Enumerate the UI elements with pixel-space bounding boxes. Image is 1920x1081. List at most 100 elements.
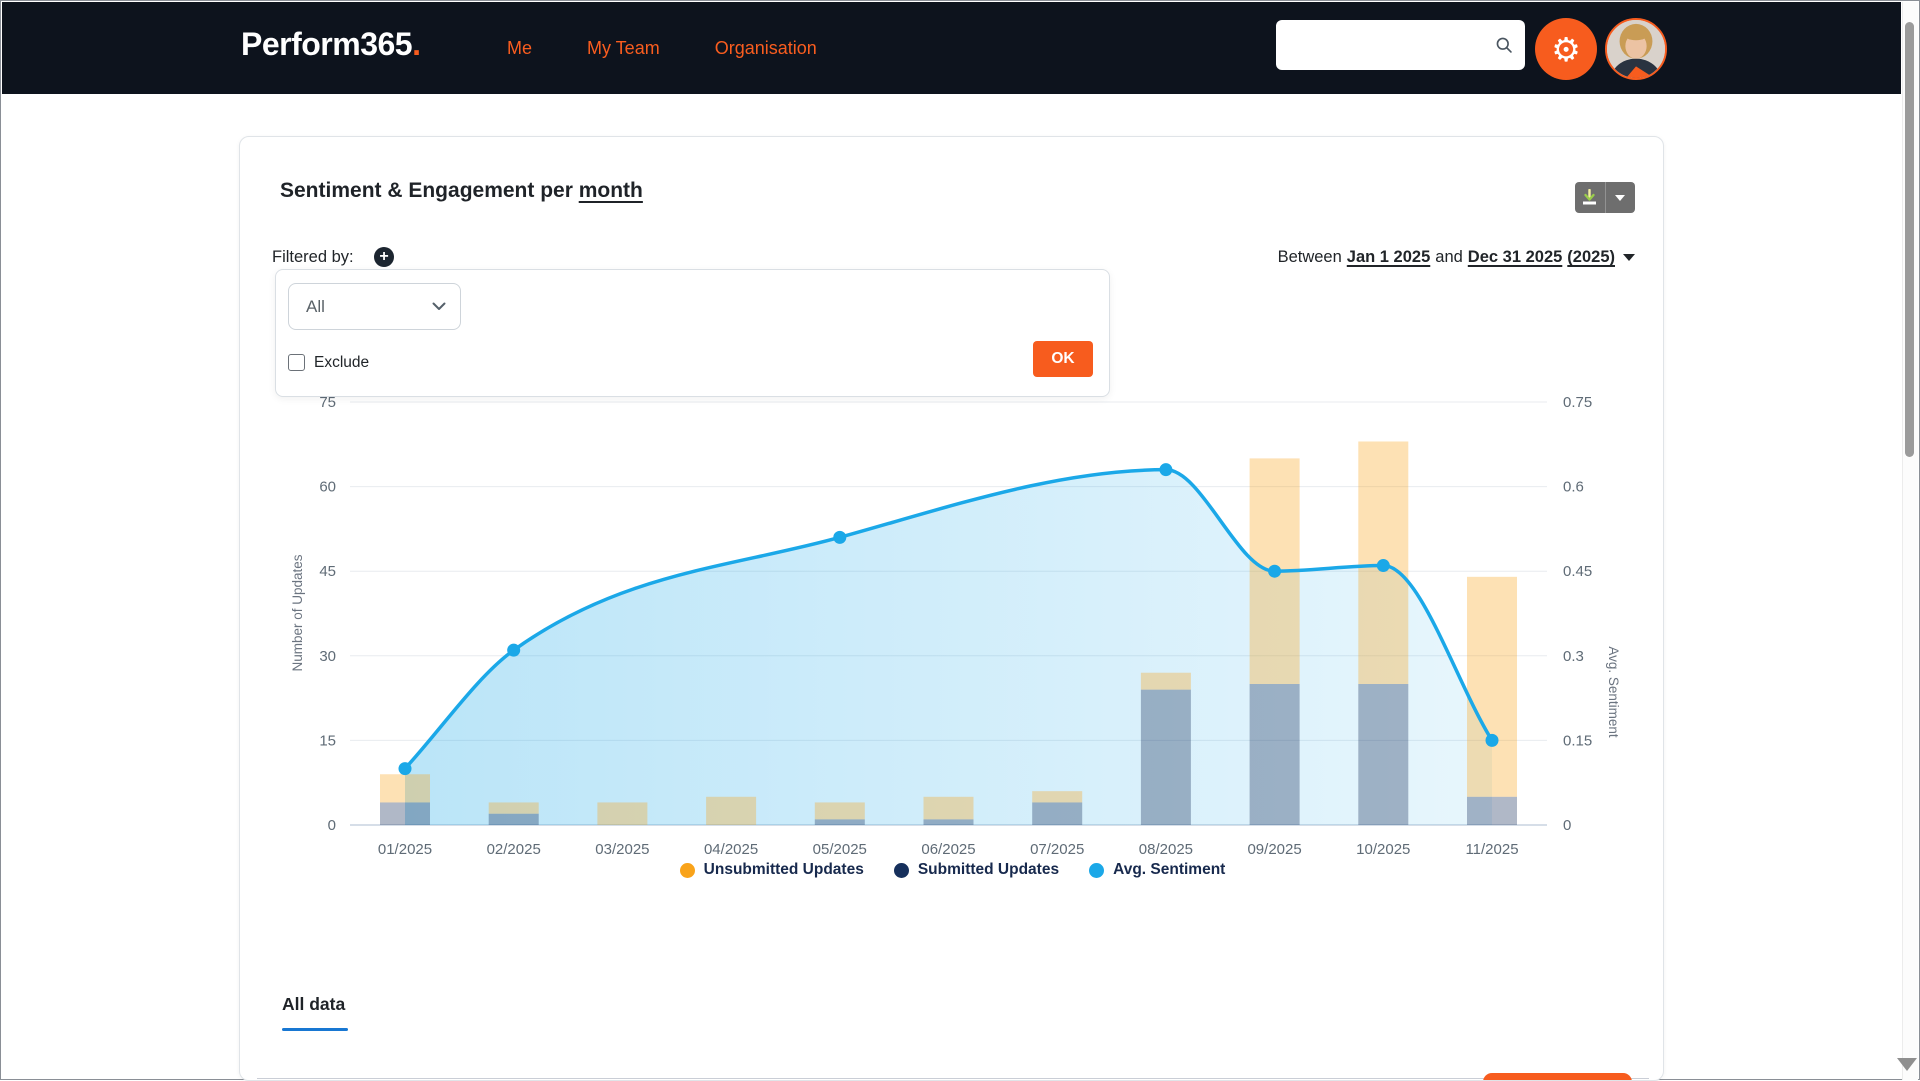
gear-icon: ⚙ [1551,33,1581,66]
bar-submitted [815,819,865,825]
search-icon [1495,34,1513,56]
bar-submitted [1141,690,1191,825]
tab-all-data[interactable]: All data [282,994,345,1015]
bar-unsubmitted [1467,577,1517,797]
chart-legend: Unsubmitted Updates Submitted Updates Av… [240,861,1664,879]
sentiment-engagement-card: Sentiment & Engagement per month Filtere… [239,136,1664,1081]
bar-unsubmitted [597,802,647,825]
top-navbar: Perform365. Me My Team Organisation ⚙ [2,2,1901,94]
date-range-caret-icon[interactable] [1623,254,1635,261]
browser-viewport: Perform365. Me My Team Organisation ⚙ [0,0,1920,1080]
legend-dot-navy [894,863,909,878]
svg-text:45: 45 [319,563,336,580]
bar-unsubmitted [1032,791,1082,802]
sentiment-point [1486,734,1499,747]
filter-select-value: All [306,297,432,317]
filter-select[interactable]: All [288,283,461,330]
app-logo[interactable]: Perform365. [241,26,420,63]
svg-text:0: 0 [1563,817,1571,834]
x-axis-label: 03/2025 [595,841,649,858]
date-range-conjunction: and [1435,248,1463,267]
legend-label: Unsubmitted Updates [704,861,864,879]
settings-button[interactable]: ⚙ [1535,18,1597,80]
nav-item-organisation[interactable]: Organisation [715,38,817,59]
title-prefix: Sentiment & Engagement per [280,179,579,202]
sentiment-point [1268,565,1281,578]
table-top-divider [257,1078,1649,1079]
svg-text:0.15: 0.15 [1563,732,1592,749]
bar-unsubmitted [489,802,539,813]
sentiment-engagement-chart: 00150.15300.3450.45600.6750.7501/202502/… [240,392,1664,872]
date-range-start[interactable]: Jan 1 2025 [1347,248,1430,267]
svg-text:30: 30 [319,648,336,665]
svg-text:15: 15 [319,732,336,749]
left-axis-title: Number of Updates [290,554,305,671]
app-logo-text: Perform365 [241,26,412,62]
svg-text:0.45: 0.45 [1563,563,1592,580]
bar-unsubmitted [706,797,756,825]
bar-unsubmitted [1141,673,1191,690]
download-button[interactable] [1575,182,1606,213]
legend-item-submitted-updates[interactable]: Submitted Updates [894,861,1059,879]
title-period-link[interactable]: month [579,179,643,202]
legend-label: Submitted Updates [918,861,1059,879]
sentiment-point [1377,559,1390,572]
bar-submitted [924,819,974,825]
search-box[interactable] [1276,20,1525,70]
svg-text:60: 60 [319,479,336,496]
exclude-checkbox[interactable] [288,354,305,371]
app-logo-dot: . [412,26,420,62]
x-axis-label: 06/2025 [921,841,975,858]
download-icon [1581,189,1598,206]
legend-item-avg-sentiment[interactable]: Avg. Sentiment [1089,861,1225,879]
scrollbar-track[interactable] [1902,2,1918,1080]
add-filter-button[interactable]: + [374,247,394,267]
bar-submitted [1467,797,1517,825]
sentiment-point [1159,463,1172,476]
x-axis-label: 11/2025 [1465,841,1518,858]
date-range-prefix: Between [1278,248,1342,267]
x-axis-label: 02/2025 [487,841,541,858]
nav-item-my-team[interactable]: My Team [587,38,660,59]
x-axis-label: 01/2025 [378,841,432,858]
legend-label: Avg. Sentiment [1113,861,1225,879]
scrollbar-thumb[interactable] [1905,22,1914,457]
legend-dot-blue [1089,863,1104,878]
legend-item-unsubmitted-updates[interactable]: Unsubmitted Updates [680,861,864,879]
sentiment-point [833,531,846,544]
bar-unsubmitted [380,774,430,802]
svg-text:0.75: 0.75 [1563,394,1592,411]
bar-unsubmitted [815,802,865,819]
sentiment-point [399,762,412,775]
bar-submitted [380,802,430,825]
sentiment-point [507,644,520,657]
date-range-end[interactable]: Dec 31 2025 [1468,248,1563,267]
right-axis-title: Avg. Sentiment [1606,646,1621,738]
scrollbar-down-arrow[interactable] [1897,1058,1917,1071]
x-axis-label: 07/2025 [1030,841,1084,858]
page-title: Sentiment & Engagement per month [280,179,643,203]
x-axis-label: 10/2025 [1356,841,1410,858]
select-chevron-icon [432,302,446,311]
bar-unsubmitted [924,797,974,820]
avatar-photo [1607,20,1665,78]
svg-text:0.6: 0.6 [1563,479,1584,496]
x-axis-label: 08/2025 [1139,841,1193,858]
download-options-button[interactable] [1606,182,1636,213]
date-range-control: Between Jan 1 2025 and Dec 31 2025 (2025… [1278,248,1635,267]
nav-item-me[interactable]: Me [507,38,532,59]
bar-submitted [489,814,539,825]
x-axis-label: 04/2025 [704,841,758,858]
exclude-checkbox-label: Exclude [314,354,369,372]
date-range-year-badge[interactable]: (2025) [1567,248,1615,267]
sentiment-area [405,470,1492,825]
search-input[interactable] [1288,25,1495,65]
bar-submitted [1032,802,1082,825]
filter-ok-button[interactable]: OK [1033,341,1093,377]
user-avatar[interactable] [1605,18,1667,80]
svg-text:0: 0 [328,817,336,834]
x-axis-label: 09/2025 [1247,841,1301,858]
download-split-button [1575,182,1635,213]
main-navigation: Me My Team Organisation [507,2,817,94]
chevron-down-icon [1615,195,1625,201]
